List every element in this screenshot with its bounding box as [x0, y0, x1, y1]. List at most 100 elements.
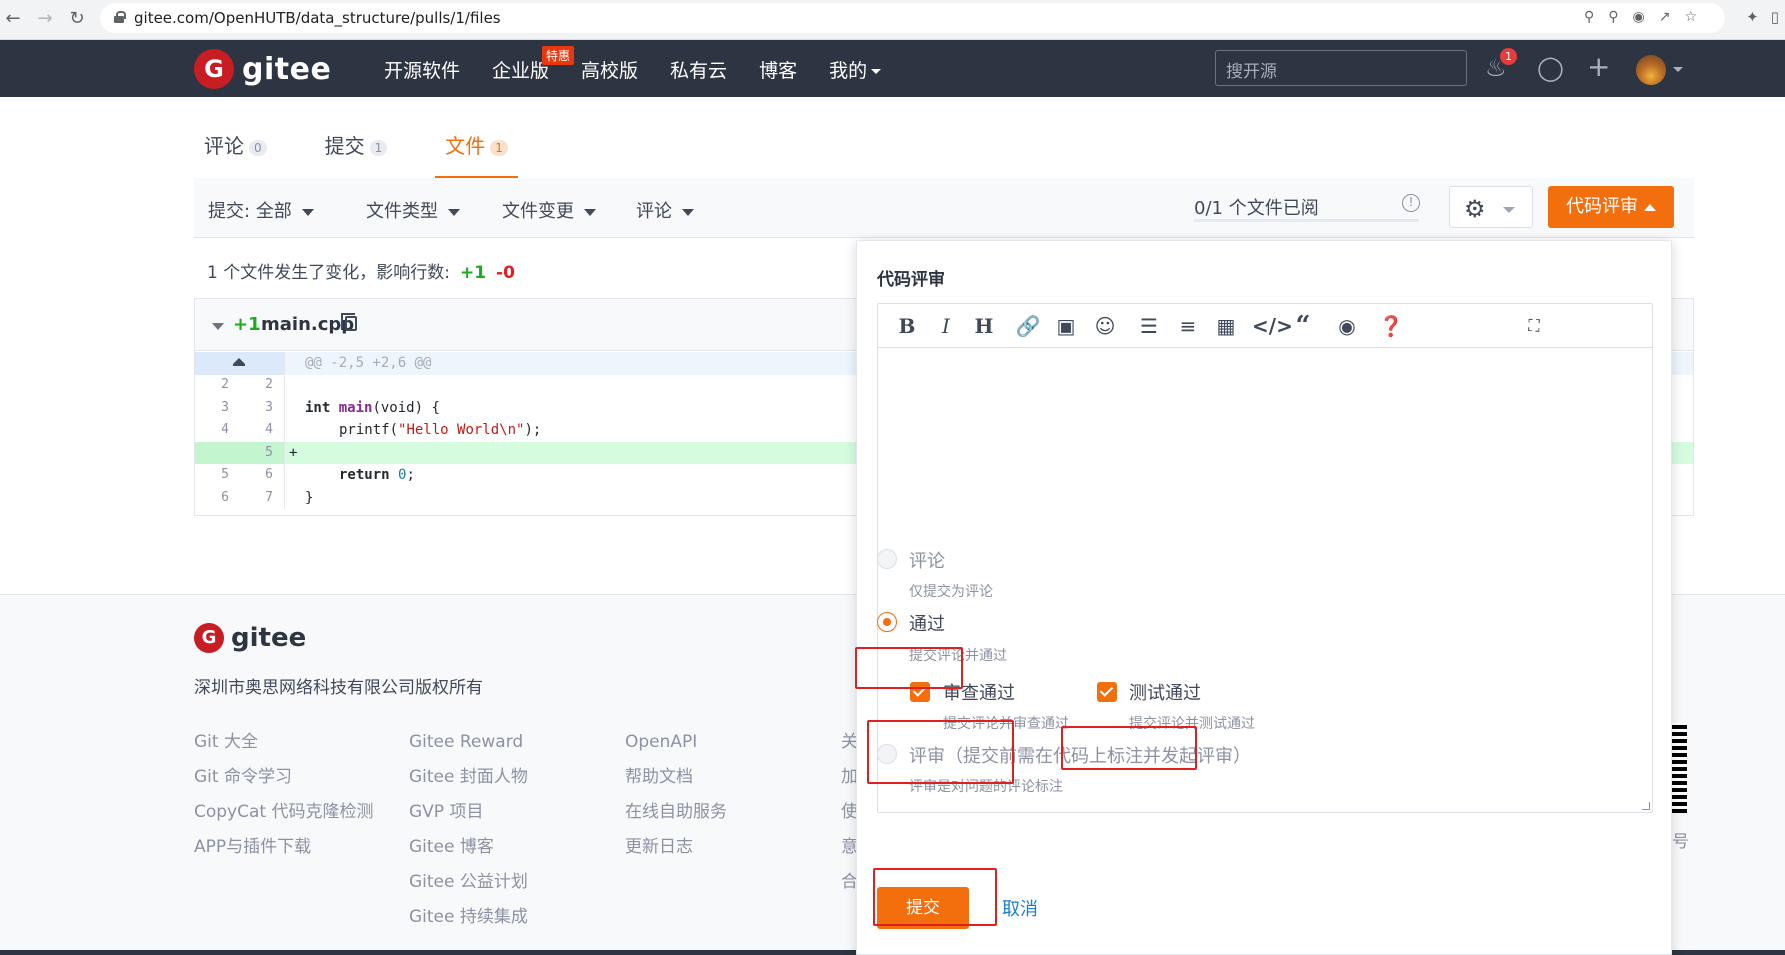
chevron-down-icon — [682, 208, 694, 216]
nav-mine[interactable]: 我的 — [829, 56, 882, 83]
new-line-number: 7 — [265, 489, 273, 505]
test-pass-label: 测试通过 — [1129, 683, 1201, 704]
help-icon[interactable]: ❓ — [1378, 313, 1404, 339]
file-change-filter[interactable]: 文件变更 — [502, 197, 596, 223]
avatar-chevron-down-icon[interactable] — [1673, 67, 1683, 72]
avatar[interactable] — [1636, 55, 1666, 85]
info-icon[interactable]: ! — [1402, 194, 1420, 212]
old-line-number: 6 — [221, 489, 229, 505]
bold-icon[interactable]: B — [894, 313, 920, 339]
back-icon[interactable]: ← — [2, 8, 24, 30]
footer-link[interactable]: Gitee 持续集成 — [409, 900, 528, 935]
footer-link[interactable]: 在线自助服务 — [625, 795, 727, 830]
lightbulb-icon[interactable]: ◯ — [1537, 54, 1564, 82]
footer-link[interactable]: Gitee Reward — [409, 725, 528, 760]
footer-link[interactable]: 更新日志 — [625, 830, 727, 865]
nav-opensource[interactable]: 开源软件 — [384, 56, 460, 83]
image-icon[interactable]: ▣ — [1053, 313, 1079, 339]
emoji-icon[interactable]: ☺ — [1092, 313, 1118, 339]
code-line: int main(void) { — [305, 397, 440, 420]
lines-added: +1 — [459, 263, 487, 283]
code-review-button[interactable]: 代码评审 — [1548, 186, 1674, 228]
submit-button[interactable]: 提交 — [877, 887, 969, 929]
footer-link[interactable]: Git 大全 — [194, 725, 373, 760]
numbered-list-icon[interactable]: ≡ — [1175, 313, 1201, 339]
footer-link[interactable]: CopyCat 代码克隆检测 — [194, 795, 373, 830]
chevron-down-icon — [1503, 207, 1515, 213]
nav-education[interactable]: 高校版 — [581, 56, 638, 83]
old-line-number: 5 — [221, 467, 229, 482]
eye-off-icon[interactable]: ◉ — [1632, 9, 1644, 25]
forward-icon[interactable]: → — [34, 8, 56, 30]
link-icon[interactable]: 🔗 — [1015, 313, 1041, 339]
nav-mine-label: 我的 — [829, 60, 868, 82]
tab-comments[interactable]: 评论 0 — [194, 130, 277, 178]
extension-icon[interactable]: ✦ — [1746, 8, 1759, 26]
table-icon[interactable]: ▦ — [1213, 313, 1239, 339]
gitee-logo[interactable]: G gitee — [194, 49, 331, 89]
tab-commits[interactable]: 提交 1 — [315, 130, 398, 178]
new-line-number: 4 — [265, 422, 273, 437]
collapse-chevron-icon[interactable] — [212, 323, 224, 330]
zoom-icon[interactable]: ⚲ — [1608, 9, 1618, 25]
diff-filter-bar: 提交: 全部 文件类型 文件变更 评论 0/1 个文件已阅 ! ⚙ 代码评审 — [194, 178, 1694, 238]
review-radio[interactable] — [877, 744, 897, 764]
review-editor[interactable]: B I H 🔗 ▣ ☺ ☰ ≡ ▦ </> “ ◉ ❓ ⛶ — [877, 303, 1653, 813]
qr-code — [1671, 723, 1687, 813]
bullet-list-icon[interactable]: ☰ — [1136, 313, 1162, 339]
quote-icon[interactable]: “ — [1290, 313, 1316, 339]
code-line: printf("Hello World\n"); — [339, 419, 541, 442]
approve-radio[interactable] — [877, 612, 897, 632]
italic-icon[interactable]: I — [933, 313, 959, 339]
chevron-down-icon — [448, 208, 460, 216]
site-header: G gitee 开源软件 企业版 特惠 高校版 私有云 博客 我的 搜开源 ♨ ◯… — [0, 40, 1785, 97]
copy-icon[interactable] — [341, 313, 357, 331]
file-type-filter[interactable]: 文件类型 — [366, 197, 460, 223]
tab-files[interactable]: 文件 1 — [435, 130, 518, 178]
settings-button[interactable]: ⚙ — [1449, 186, 1533, 228]
commit-filter[interactable]: 提交: 全部 — [208, 197, 314, 223]
preview-icon[interactable]: ◉ — [1334, 313, 1360, 339]
footer-link[interactable]: APP与插件下载 — [194, 830, 373, 865]
nav-enterprise[interactable]: 企业版 特惠 — [492, 46, 575, 83]
heading-icon[interactable]: H — [971, 313, 997, 339]
resize-handle[interactable] — [1642, 802, 1650, 810]
test-pass-hint: 提交评论并测试通过 — [1129, 716, 1255, 732]
gear-icon: ⚙ — [1464, 195, 1486, 223]
star-icon[interactable]: ☆ — [1684, 9, 1697, 25]
expand-up-icon[interactable] — [233, 358, 245, 366]
old-line-number: 3 — [221, 399, 229, 415]
nav-private-cloud[interactable]: 私有云 — [670, 56, 727, 83]
hot-badge: 特惠 — [542, 46, 575, 65]
reload-icon[interactable]: ↻ — [66, 8, 88, 30]
footer-link[interactable]: OpenAPI — [625, 725, 727, 760]
footer-link[interactable]: Git 命令学习 — [194, 760, 373, 795]
added-marker: + — [289, 444, 298, 461]
code-icon[interactable]: </> — [1252, 313, 1293, 339]
plus-icon[interactable]: + — [1587, 50, 1610, 83]
key-icon[interactable]: ⚲ — [1584, 9, 1594, 25]
cancel-link[interactable]: 取消 — [1002, 895, 1038, 921]
footer-link[interactable]: Gitee 博客 — [409, 830, 528, 865]
comment-filter[interactable]: 评论 — [636, 197, 694, 223]
fullscreen-icon[interactable]: ⛶ — [1521, 313, 1547, 339]
file-change-label: 文件变更 — [502, 201, 574, 222]
footer-link[interactable]: Gitee 封面人物 — [409, 760, 528, 795]
review-pass-checkbox[interactable] — [910, 682, 930, 702]
comment-radio[interactable] — [877, 549, 897, 569]
test-pass-checkbox[interactable] — [1097, 682, 1117, 702]
footer-link[interactable]: Gitee 公益计划 — [409, 865, 528, 900]
search-input[interactable]: 搜开源 — [1215, 50, 1467, 86]
footer-link[interactable]: 帮助文档 — [625, 760, 727, 795]
footer-col-2: Gitee Reward Gitee 封面人物 GVP 项目 Gitee 博客 … — [409, 725, 528, 935]
sidepanel-icon[interactable]: ▯ — [1771, 8, 1779, 26]
footer-text-fragment: 号 — [1672, 832, 1689, 852]
footer-logo[interactable]: G gitee — [194, 623, 306, 653]
share-icon[interactable]: ↗ — [1659, 9, 1671, 25]
address-bar[interactable]: gitee.com/OpenHUTB/data_structure/pulls/… — [100, 3, 1725, 33]
gitee-logo-text: gitee — [242, 51, 332, 87]
nav-blog[interactable]: 博客 — [759, 56, 797, 83]
notification-badge: 1 — [1500, 48, 1517, 65]
footer-link[interactable]: GVP 项目 — [409, 795, 528, 830]
code-keyword: return — [339, 467, 390, 483]
